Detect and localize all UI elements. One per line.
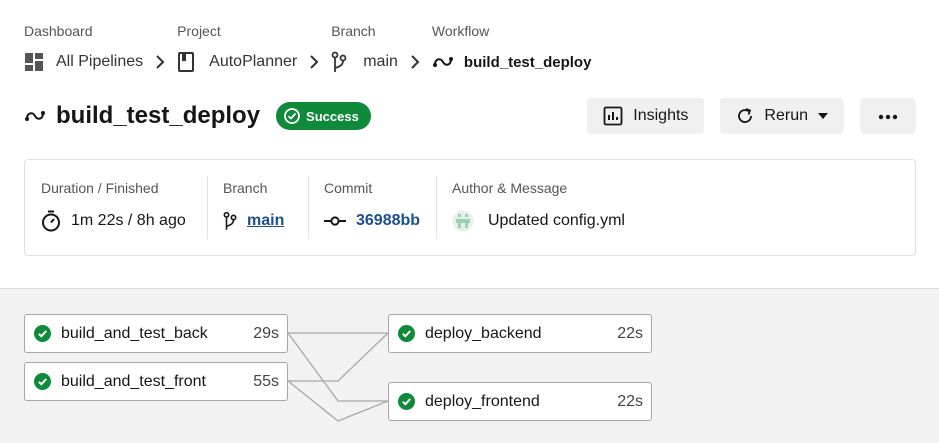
duration-value-row: 1m 22s / 8h ago bbox=[41, 210, 191, 232]
breadcrumb-sep-wrap bbox=[297, 22, 331, 72]
check-circle-icon bbox=[398, 393, 415, 410]
job-build-and-test-back[interactable]: build_and_test_back 29s bbox=[24, 314, 288, 353]
summary-commit: Commit 36988bb bbox=[308, 160, 436, 255]
breadcrumb-project: Project AutoPlanner bbox=[177, 22, 297, 72]
commit-link[interactable]: 36988bb bbox=[356, 212, 420, 230]
breadcrumb-sep-wrap bbox=[143, 22, 177, 72]
author-value-row: Updated config.yml bbox=[452, 210, 899, 232]
breadcrumb-branch-value: main bbox=[363, 53, 398, 70]
workflow-summary: Duration / Finished 1m 22s / 8h ago Bran… bbox=[24, 159, 916, 256]
insights-button[interactable]: Insights bbox=[587, 98, 705, 134]
summary-branch: Branch main bbox=[207, 160, 308, 255]
caret-down-icon bbox=[818, 113, 828, 119]
breadcrumb-project-label: Project bbox=[177, 23, 221, 39]
chevron-right-icon bbox=[309, 52, 319, 72]
check-circle-icon bbox=[398, 325, 415, 342]
job-name: deploy_frontend bbox=[425, 392, 540, 410]
job-name: build_and_test_front bbox=[61, 372, 206, 390]
job-name: build_and_test_back bbox=[61, 324, 208, 342]
rerun-button-label: Rerun bbox=[764, 107, 808, 124]
breadcrumb-branch-label: Branch bbox=[331, 23, 376, 39]
branch-value-row: main bbox=[223, 210, 292, 232]
page-title: build_test_deploy bbox=[56, 102, 261, 129]
more-options-button[interactable] bbox=[860, 98, 916, 134]
workflow-graph: build_and_test_back 29s build_and_test_f… bbox=[0, 288, 939, 443]
job-duration: 29s bbox=[253, 324, 279, 342]
more-dots-icon bbox=[878, 107, 898, 125]
project-icon bbox=[177, 52, 199, 72]
breadcrumb-dashboard-link[interactable]: All Pipelines bbox=[24, 52, 143, 72]
commit-icon bbox=[324, 216, 346, 226]
dashboard-icon bbox=[24, 52, 46, 72]
breadcrumb-dashboard-label: Dashboard bbox=[24, 23, 93, 39]
status-badge: Success bbox=[276, 102, 371, 130]
commit-value-row: 36988bb bbox=[324, 210, 420, 232]
job-name: deploy_backend bbox=[425, 324, 542, 342]
breadcrumb-dashboard-value: All Pipelines bbox=[56, 53, 144, 70]
breadcrumb-project-link[interactable]: AutoPlanner bbox=[177, 52, 297, 72]
chevron-right-icon bbox=[410, 52, 420, 72]
branch-icon bbox=[331, 51, 353, 72]
breadcrumb-workflow-current: build_test_deploy bbox=[432, 52, 592, 72]
author-label: Author & Message bbox=[452, 180, 568, 196]
header-actions: Insights Rerun bbox=[571, 98, 916, 134]
summary-duration: Duration / Finished 1m 22s / 8h ago bbox=[25, 160, 207, 255]
breadcrumb: Dashboard All Pipelines Project AutoPlan… bbox=[24, 22, 591, 72]
branch-link[interactable]: main bbox=[247, 212, 284, 230]
workflow-header: build_test_deploy Success Insights Rerun bbox=[24, 98, 916, 134]
breadcrumb-project-value: AutoPlanner bbox=[209, 53, 298, 70]
branch-label: Branch bbox=[223, 180, 268, 196]
insights-chart-icon bbox=[603, 106, 623, 126]
check-circle-icon bbox=[34, 373, 51, 390]
breadcrumb-workflow: Workflow build_test_deploy bbox=[432, 22, 592, 72]
rerun-button[interactable]: Rerun bbox=[720, 98, 844, 134]
summary-author: Author & Message Updated config.yml bbox=[436, 160, 915, 255]
duration-value: 1m 22s / 8h ago bbox=[71, 212, 186, 229]
job-build-and-test-front[interactable]: build_and_test_front 55s bbox=[24, 362, 288, 401]
breadcrumb-sep-wrap bbox=[398, 22, 432, 72]
insights-button-label: Insights bbox=[633, 107, 689, 124]
breadcrumb-branch-link[interactable]: main bbox=[331, 51, 398, 72]
timer-icon bbox=[41, 210, 61, 232]
workflow-icon bbox=[432, 52, 454, 72]
check-circle-icon bbox=[284, 108, 300, 124]
check-circle-icon bbox=[34, 325, 51, 342]
job-duration: 55s bbox=[253, 372, 279, 390]
branch-icon bbox=[223, 210, 237, 232]
commit-label: Commit bbox=[324, 180, 373, 196]
status-badge-label: Success bbox=[306, 108, 359, 124]
duration-label: Duration / Finished bbox=[41, 180, 159, 196]
breadcrumb-branch: Branch main bbox=[331, 22, 398, 72]
workflow-icon bbox=[24, 106, 46, 126]
job-deploy-frontend[interactable]: deploy_frontend 22s bbox=[388, 382, 652, 421]
breadcrumb-dashboard: Dashboard All Pipelines bbox=[24, 22, 143, 72]
breadcrumb-workflow-value: build_test_deploy bbox=[463, 53, 592, 71]
commit-message: Updated config.yml bbox=[488, 212, 625, 229]
chevron-right-icon bbox=[155, 52, 165, 72]
breadcrumb-workflow-label: Workflow bbox=[431, 23, 490, 39]
job-duration: 22s bbox=[617, 324, 643, 342]
job-duration: 22s bbox=[617, 392, 643, 410]
rerun-icon bbox=[736, 107, 754, 125]
avatar-icon bbox=[452, 210, 474, 232]
job-deploy-backend[interactable]: deploy_backend 22s bbox=[388, 314, 652, 353]
